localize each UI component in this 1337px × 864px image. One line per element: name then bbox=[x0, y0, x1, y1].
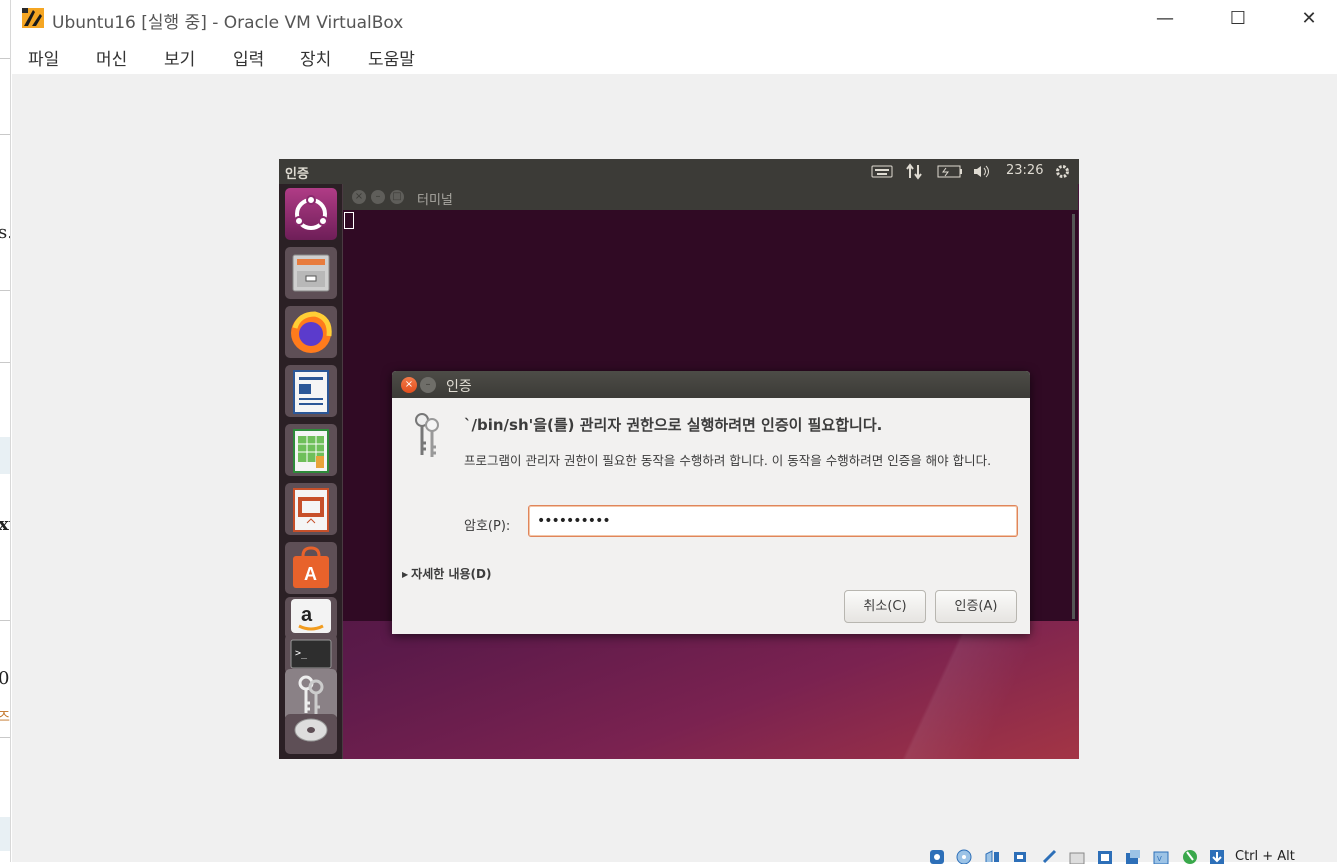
guest-screen[interactable]: 인증 23:26 A a >_ × – □ 터미널 × – 인증 `/bin/s… bbox=[279, 159, 1079, 759]
volume-icon[interactable] bbox=[972, 164, 992, 179]
terminal-title: 터미널 bbox=[417, 193, 453, 208]
virtualbox-app-icon bbox=[22, 8, 44, 28]
menu-input[interactable]: 입력 bbox=[233, 45, 264, 70]
svg-text:a: a bbox=[301, 604, 313, 626]
dialog-close-button[interactable]: × bbox=[401, 377, 417, 393]
details-label: 자세한 내용(D) bbox=[411, 567, 492, 581]
dvd-icon[interactable] bbox=[285, 714, 337, 754]
software-center-icon[interactable]: A bbox=[285, 542, 337, 594]
menu-devices[interactable]: 장치 bbox=[300, 45, 331, 70]
dialog-title-bar[interactable]: × – 인증 bbox=[392, 371, 1030, 398]
terminal-scrollbar[interactable] bbox=[1072, 214, 1075, 619]
maximize-icon: ☐ bbox=[1229, 7, 1247, 29]
details-expander[interactable]: ▶ 자세한 내용(D) bbox=[402, 565, 491, 582]
minimize-icon: — bbox=[1156, 7, 1174, 29]
keyboard-icon[interactable] bbox=[871, 165, 893, 178]
panel-title: 인증 bbox=[285, 167, 309, 182]
unity-launcher: A a >_ bbox=[279, 184, 343, 759]
firefox-icon[interactable] bbox=[285, 306, 337, 358]
terminal-cursor bbox=[344, 212, 354, 229]
writer-icon[interactable] bbox=[285, 365, 337, 417]
status-bar: V Ctrl + Alt bbox=[12, 846, 1337, 864]
dialog-title: 인증 bbox=[446, 379, 472, 395]
maximize-button[interactable]: ☐ bbox=[1203, 0, 1273, 36]
amazon-icon[interactable]: a bbox=[285, 597, 337, 639]
close-button[interactable]: ✕ bbox=[1274, 0, 1337, 36]
svg-text:>_: >_ bbox=[295, 648, 308, 659]
terminal-icon[interactable]: >_ bbox=[285, 634, 337, 674]
background-text: 0 bbox=[0, 668, 9, 689]
menu-bar: 파일 머신 보기 입력 장치 도움말 bbox=[12, 38, 1337, 74]
dialog-heading: `/bin/sh'을(를) 관리자 권한으로 실행하려면 인증이 필요합니다. bbox=[464, 416, 883, 434]
gear-icon[interactable] bbox=[1054, 163, 1071, 180]
password-field[interactable] bbox=[528, 505, 1018, 537]
window-title: Ubuntu16 [실행 중] - Oracle VM VirtualBox bbox=[52, 13, 404, 33]
expander-arrow-icon: ▶ bbox=[402, 570, 409, 579]
background-text: xt bbox=[0, 514, 10, 535]
minimize-button[interactable]: — bbox=[1130, 0, 1200, 36]
terminal-title-bar[interactable]: × – □ 터미널 bbox=[343, 184, 1078, 210]
cancel-button[interactable]: 취소(C) bbox=[844, 590, 926, 623]
files-icon[interactable] bbox=[285, 247, 337, 299]
network-icon[interactable] bbox=[906, 163, 922, 180]
clock[interactable]: 23:26 bbox=[1006, 163, 1043, 178]
title-bar[interactable]: Ubuntu16 [실행 중] - Oracle VM VirtualBox —… bbox=[12, 0, 1337, 38]
terminal-close-button[interactable]: × bbox=[352, 190, 366, 204]
calc-icon[interactable] bbox=[285, 424, 337, 476]
close-icon: ✕ bbox=[1301, 7, 1317, 29]
menu-machine[interactable]: 머신 bbox=[96, 45, 127, 70]
terminal-minimize-button[interactable]: – bbox=[371, 190, 385, 204]
auth-dialog: × – 인증 `/bin/sh'을(를) 관리자 권한으로 실행하려면 인증이 … bbox=[392, 371, 1030, 634]
background-text: s. bbox=[0, 222, 10, 243]
svg-text:A: A bbox=[304, 564, 317, 584]
dialog-minimize-button[interactable]: – bbox=[420, 377, 436, 393]
terminal-maximize-button[interactable]: □ bbox=[390, 190, 404, 204]
background-text: 즈 bbox=[0, 706, 10, 725]
top-panel: 인증 23:26 bbox=[279, 159, 1079, 184]
impress-icon[interactable] bbox=[285, 483, 337, 535]
menu-help[interactable]: 도움말 bbox=[368, 45, 415, 70]
password-label: 암호(P): bbox=[464, 519, 511, 534]
background-window: s. xt 0 즈 bbox=[0, 0, 11, 862]
menu-view[interactable]: 보기 bbox=[164, 45, 195, 70]
menu-file[interactable]: 파일 bbox=[28, 45, 59, 70]
ubuntu-dash-icon[interactable] bbox=[285, 188, 337, 240]
keys-icon bbox=[415, 413, 439, 457]
authenticate-button[interactable]: 인증(A) bbox=[935, 590, 1017, 623]
battery-icon[interactable] bbox=[937, 165, 963, 178]
dialog-description: 프로그램이 관리자 권한이 필요한 동작을 수행하려 합니다. 이 동작을 수행… bbox=[464, 453, 992, 468]
